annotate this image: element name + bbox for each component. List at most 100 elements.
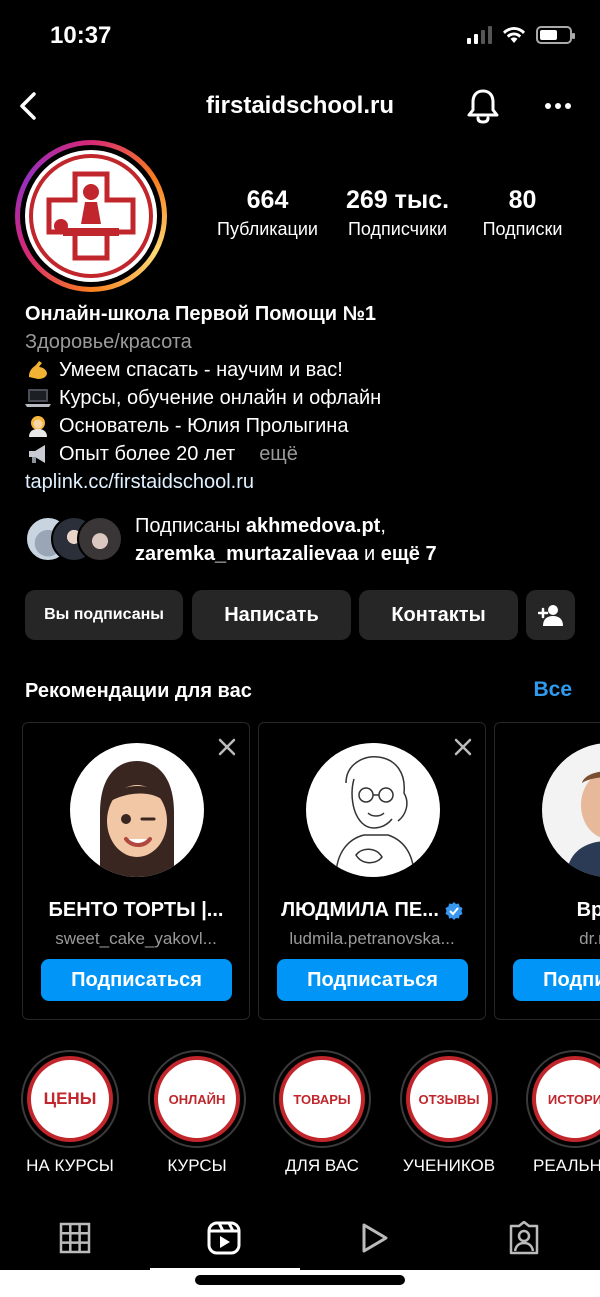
close-icon[interactable] — [217, 737, 237, 757]
highlight-cover: ЦЕНЫ — [27, 1056, 113, 1142]
tab-videos[interactable] — [354, 1218, 394, 1258]
avatar — [77, 516, 123, 562]
highlight-cover-text: ОНЛАЙН — [168, 1091, 226, 1107]
play-icon — [362, 1223, 388, 1253]
follow-button[interactable]: Подписаться — [277, 959, 468, 1001]
mutual-user-link[interactable]: akhmedova.pt — [246, 515, 380, 537]
mutual-prefix: Подписаны — [135, 515, 241, 537]
more-dots-icon — [545, 103, 571, 109]
posts-label: Публикации — [217, 219, 318, 239]
tagged-user-icon — [509, 1221, 539, 1255]
tab-reels[interactable] — [204, 1218, 244, 1258]
highlight-item[interactable]: ОТЗЫВЫ УЧЕНИКОВ — [394, 1050, 504, 1176]
mutual-user-link[interactable]: zaremka_murtazalievaa — [135, 543, 358, 565]
followers-label: Подписчики — [347, 219, 448, 239]
following-button[interactable]: Вы подписаны — [25, 590, 183, 640]
bio-line: Опыт более 20 лет ещё — [25, 440, 585, 468]
battery-icon — [536, 26, 575, 44]
bio-line: Умеем спасать - научим и вас! — [25, 356, 585, 384]
highlight-cover-text: ИСТОРИ — [547, 1091, 600, 1107]
bio-line-text: Умеем спасать - научим и вас! — [59, 359, 343, 381]
recommendation-name: Врач г — [501, 899, 600, 922]
contacts-button[interactable]: Контакты — [359, 590, 518, 640]
followers-stat[interactable]: 269 тыс. Подписчики — [335, 186, 460, 240]
recommendation-name-text: ЛЮДМИЛА ПЕ... — [281, 899, 439, 921]
recommendation-username: sweet_cake_yakovl... — [55, 929, 217, 948]
bio-line-text: Курсы, обучение онлайн и офлайн — [59, 387, 382, 409]
recommendation-card[interactable]: Врач г dr.roma Подписаться — [494, 722, 600, 1020]
recommendation-username: ludmila.petranovska... — [289, 929, 455, 948]
mutual-followers-text: Подписаны akhmedova.pt, zaremka_murtazal… — [135, 515, 437, 565]
nav-bar: firstaidschool.ru — [0, 76, 600, 136]
add-user-icon — [537, 605, 563, 626]
recommendation-name-text: Врач г — [576, 899, 600, 921]
highlight-cover-text: ОТЗЫВЫ — [418, 1091, 480, 1107]
posts-stat[interactable]: 664 Публикации — [200, 186, 335, 240]
notifications-button[interactable] — [462, 84, 504, 128]
recommendation-name: БЕНТО ТОРТЫ |... — [29, 899, 243, 922]
bio-line-text: Опыт более 20 лет — [59, 443, 236, 465]
message-button[interactable]: Написать — [192, 590, 351, 640]
flexed-biceps-icon — [25, 359, 51, 381]
grid-icon — [59, 1222, 91, 1254]
highlight-item[interactable]: ЦЕНЫ НА КУРСЫ — [15, 1050, 125, 1176]
profile-category: Здоровье/красота — [25, 331, 192, 353]
story-highlights[interactable]: ЦЕНЫ НА КУРСЫ ОНЛАЙН КУРСЫ ТОВАРЫ ДЛЯ ВА… — [0, 1050, 600, 1180]
profile-stats: 664 Публикации 269 тыс. Подписчики 80 По… — [200, 186, 590, 240]
highlight-label: КУРСЫ — [167, 1156, 227, 1175]
following-label: Подписки — [482, 219, 563, 239]
mutual-avatars — [25, 516, 125, 562]
mutual-followers[interactable]: Подписаны akhmedova.pt, zaremka_murtazal… — [25, 512, 585, 568]
wifi-icon — [503, 26, 525, 43]
bio-line: Курсы, обучение онлайн и офлайн — [25, 384, 585, 412]
avatar — [70, 743, 204, 877]
cellular-signal-icon — [467, 26, 492, 44]
verified-badge-icon — [445, 901, 463, 920]
status-time: 10:37 — [50, 22, 112, 49]
mutual-more[interactable]: ещё 7 — [381, 543, 437, 565]
profile-display-name: Онлайн-школа Первой Помощи №1 — [25, 303, 377, 325]
bio-line-text: Основатель - Юлия Пролыгина — [59, 415, 349, 437]
bio-more-link[interactable]: ещё — [259, 440, 298, 468]
highlight-cover-text: ТОВАРЫ — [293, 1091, 351, 1107]
suggested-users-button[interactable] — [526, 590, 575, 640]
profile-actions: Вы подписаны Написать Контакты — [25, 590, 575, 640]
reels-icon — [207, 1221, 241, 1255]
home-indicator[interactable] — [195, 1275, 405, 1285]
recommendation-name: ЛЮДМИЛА ПЕ... — [265, 899, 479, 922]
highlight-item[interactable]: ИСТОРИ РЕАЛЬНЫ — [520, 1050, 600, 1176]
recommendations-header: Рекомендации для вас Все — [25, 678, 572, 708]
following-stat[interactable]: 80 Подписки — [460, 186, 585, 240]
highlight-label: РЕАЛЬНЫ — [532, 1156, 600, 1175]
profile-avatar[interactable] — [15, 140, 167, 292]
followers-count: 269 тыс. — [345, 186, 450, 214]
woman-health-worker-icon — [25, 415, 51, 437]
recommendation-card[interactable]: БЕНТО ТОРТЫ |... sweet_cake_yakovl... По… — [22, 722, 250, 1020]
recommendation-card[interactable]: ЛЮДМИЛА ПЕ... ludmila.petranovska... Под… — [258, 722, 486, 1020]
bio-line: Основатель - Юлия Пролыгина — [25, 412, 585, 440]
tab-tagged[interactable] — [504, 1218, 544, 1258]
highlight-label: УЧЕНИКОВ — [402, 1156, 496, 1175]
more-options-button[interactable] — [538, 90, 578, 122]
avatar — [542, 743, 600, 877]
see-all-link[interactable]: Все — [533, 678, 572, 702]
highlight-cover: ИСТОРИ — [532, 1056, 600, 1142]
status-icons — [467, 26, 575, 44]
posts-count: 664 — [246, 186, 289, 214]
highlight-item[interactable]: ОНЛАЙН КУРСЫ — [142, 1050, 252, 1176]
bell-icon — [467, 89, 499, 124]
follow-button[interactable]: Подписаться — [513, 959, 600, 1001]
highlight-cover: ТОВАРЫ — [279, 1056, 365, 1142]
profile-username-title: firstaidschool.ru — [205, 92, 395, 119]
laptop-icon — [25, 387, 51, 409]
recommendation-username: dr.roma — [579, 929, 600, 948]
bio-website-link[interactable]: taplink.cc/firstaidschool.ru — [25, 468, 585, 496]
tab-grid[interactable] — [55, 1218, 95, 1258]
follow-button[interactable]: Подписаться — [41, 959, 232, 1001]
highlight-cover-text: ЦЕНЫ — [43, 1089, 97, 1108]
mutual-connector: и — [364, 543, 376, 565]
profile-bio: Онлайн-школа Первой Помощи №1 Здоровье/к… — [25, 300, 585, 496]
close-icon[interactable] — [453, 737, 473, 757]
recommendations-carousel[interactable]: БЕНТО ТОРТЫ |... sweet_cake_yakovl... По… — [22, 722, 600, 1020]
highlight-item[interactable]: ТОВАРЫ ДЛЯ ВАС — [267, 1050, 377, 1176]
